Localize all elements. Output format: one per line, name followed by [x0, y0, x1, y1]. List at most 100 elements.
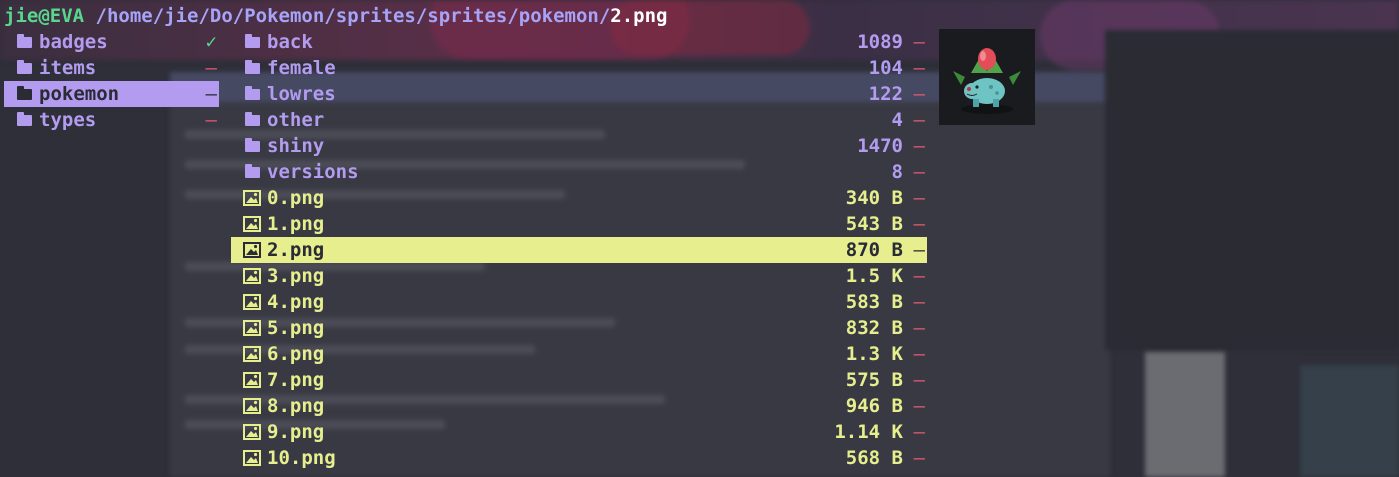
item-name: lowres: [267, 83, 336, 105]
item-name: shiny: [267, 135, 325, 157]
folder-icon: [242, 107, 262, 133]
image-file-icon: [242, 185, 262, 211]
file-size: 870 B: [845, 239, 903, 261]
file-item[interactable]: 2.png 870 B –: [231, 237, 927, 263]
tag-flag: –: [913, 317, 925, 339]
item-name: 3.png: [267, 265, 325, 287]
item-name: 7.png: [267, 369, 325, 391]
file-item[interactable]: 10.png 568 B –: [231, 445, 927, 471]
image-file-icon: [242, 393, 262, 419]
file-item[interactable]: 1.png 543 B –: [231, 211, 927, 237]
item-count: 1089: [857, 31, 903, 53]
tag-flag: –: [205, 83, 217, 105]
image-file-icon: [242, 263, 262, 289]
file-item[interactable]: 6.png 1.3 K –: [231, 341, 927, 367]
item-name: female: [267, 57, 336, 79]
folder-icon: [242, 29, 262, 55]
item-name: other: [267, 109, 325, 131]
file-item[interactable]: 0.png 340 B –: [231, 185, 927, 211]
tag-flag: –: [913, 265, 925, 287]
ranger-file-manager: jie@EVA /home/jie/Do/Pokemon/sprites/spr…: [0, 0, 1399, 477]
file-item[interactable]: 3.png 1.5 K –: [231, 263, 927, 289]
tag-flag: –: [913, 31, 925, 53]
parent-item-types[interactable]: types –: [4, 107, 219, 133]
item-name: types: [39, 109, 97, 131]
item-count: 104: [868, 57, 903, 79]
folder-icon: [14, 55, 34, 81]
tag-flag: –: [913, 109, 925, 131]
file-item[interactable]: 5.png 832 B –: [231, 315, 927, 341]
item-count: 8: [891, 161, 903, 183]
image-file-icon: [242, 289, 262, 315]
tag-flag: –: [913, 395, 925, 417]
folder-icon: [242, 81, 262, 107]
item-name: 9.png: [267, 421, 325, 443]
folder-item[interactable]: shiny 1470–: [231, 133, 927, 159]
tag-flag: –: [205, 109, 217, 131]
image-file-icon: [242, 341, 262, 367]
image-file-icon: [242, 315, 262, 341]
folder-item[interactable]: lowres 122–: [231, 81, 927, 107]
file-size: 946 B: [845, 395, 903, 417]
parent-item-items[interactable]: items –: [4, 55, 219, 81]
tag-flag: –: [913, 161, 925, 183]
current-path: /home/jie/Do/Pokemon/sprites/sprites/pok…: [95, 5, 611, 27]
image-file-icon: [242, 419, 262, 445]
folder-item[interactable]: female 104–: [231, 55, 927, 81]
file-item[interactable]: 8.png 946 B –: [231, 393, 927, 419]
file-size: 575 B: [845, 369, 903, 391]
file-item[interactable]: 7.png 575 B –: [231, 367, 927, 393]
folder-icon: [242, 55, 262, 81]
tag-flag: ✓: [205, 31, 217, 53]
tag-flag: –: [205, 57, 217, 79]
file-size: 568 B: [845, 447, 903, 469]
file-item[interactable]: 4.png 583 B –: [231, 289, 927, 315]
folder-item[interactable]: other 4–: [231, 107, 927, 133]
item-count: 122: [868, 83, 903, 105]
tag-flag: –: [913, 135, 925, 157]
item-name: 6.png: [267, 343, 325, 365]
tag-flag: –: [913, 447, 925, 469]
folder-icon: [14, 29, 34, 55]
item-name: pokemon: [39, 83, 120, 105]
tag-flag: –: [913, 57, 925, 79]
item-name: badges: [39, 31, 108, 53]
image-file-icon: [242, 237, 262, 263]
current-file: 2.png: [610, 5, 668, 27]
item-name: items: [39, 57, 97, 79]
file-size: 543 B: [845, 213, 903, 235]
file-size: 1.5 K: [845, 265, 903, 287]
item-name: 8.png: [267, 395, 325, 417]
item-count: 1470: [857, 135, 903, 157]
tag-flag: –: [913, 343, 925, 365]
file-item[interactable]: 9.png 1.14 K –: [231, 419, 927, 445]
file-size: 340 B: [845, 187, 903, 209]
item-name: 2.png: [267, 239, 325, 261]
item-name: back: [267, 31, 313, 53]
item-name: 4.png: [267, 291, 325, 313]
folder-item[interactable]: versions 8–: [231, 159, 927, 185]
folder-icon: [14, 81, 34, 107]
tag-flag: –: [913, 239, 925, 261]
folder-icon: [242, 133, 262, 159]
file-size: 1.3 K: [845, 343, 903, 365]
image-file-icon: [242, 445, 262, 471]
tag-flag: –: [913, 421, 925, 443]
item-name: 10.png: [267, 447, 336, 469]
path-title-bar: jie@EVA /home/jie/Do/Pokemon/sprites/spr…: [4, 4, 668, 28]
item-name: 0.png: [267, 187, 325, 209]
file-size: 1.14 K: [834, 421, 903, 443]
tag-flag: –: [913, 213, 925, 235]
item-count: 4: [891, 109, 903, 131]
tag-flag: –: [913, 291, 925, 313]
folder-item[interactable]: back 1089–: [231, 29, 927, 55]
tag-flag: –: [913, 187, 925, 209]
parent-item-pokemon[interactable]: pokemon –: [4, 81, 219, 107]
item-name: 5.png: [267, 317, 325, 339]
file-size: 832 B: [845, 317, 903, 339]
ivysaur-sprite-icon: [953, 48, 1021, 114]
file-size: 583 B: [845, 291, 903, 313]
parent-item-badges[interactable]: badges ✓: [4, 29, 219, 55]
image-preview: [939, 29, 1035, 125]
item-name: 1.png: [267, 213, 325, 235]
